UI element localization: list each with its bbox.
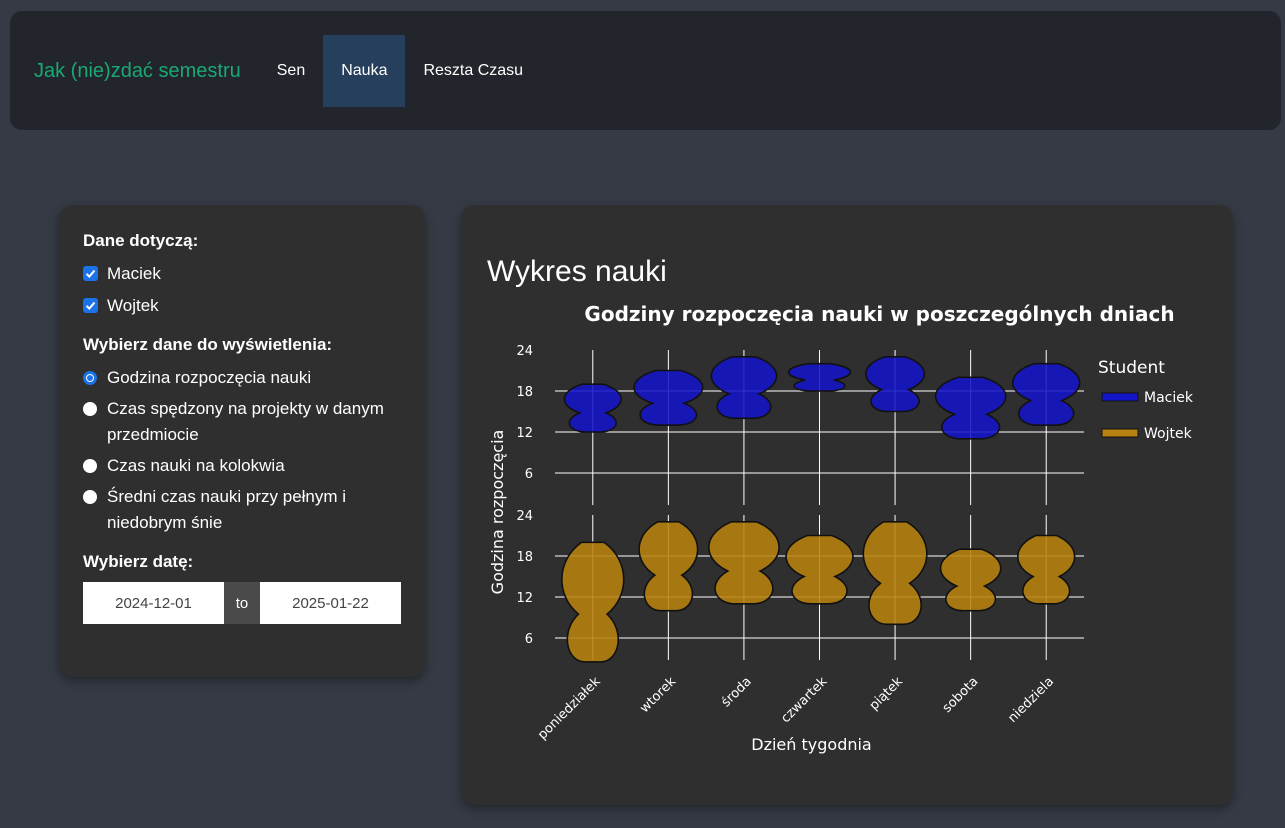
filter-panel: Dane dotyczą: Maciek Wojtek Wybierz dane… <box>59 205 425 677</box>
x-tick-label: środa <box>719 674 755 710</box>
violin-wojtek-4 <box>862 521 928 626</box>
violin-wojtek-6 <box>1017 534 1076 605</box>
end-date-input[interactable]: 2025-01-22 <box>260 582 401 624</box>
y-tick-label: 12 <box>516 426 533 441</box>
nav-link-sen[interactable]: Sen <box>259 35 323 107</box>
violin-maciek-2 <box>710 356 778 420</box>
x-axis-title: Dzień tygodnia <box>751 735 871 754</box>
radio-option-projects[interactable]: Czas spędzony na projekty w danym przedm… <box>83 396 401 448</box>
y-tick-label: 6 <box>525 632 533 647</box>
checkbox-label: Maciek <box>107 264 161 283</box>
legend-swatch-maciek <box>1101 392 1139 402</box>
violin-wojtek-1 <box>638 521 699 612</box>
x-tick-label: niedziela <box>1005 674 1057 726</box>
x-tick-label: poniedziałek <box>535 674 604 743</box>
legend-label-maciek: Maciek <box>1144 390 1194 406</box>
violin-maciek-0 <box>563 383 622 433</box>
radio-option-start-hour[interactable]: Godzina rozpoczęcia nauki <box>83 365 401 391</box>
violin-maciek-6 <box>1012 362 1081 426</box>
legend-label-wojtek: Wojtek <box>1144 426 1193 442</box>
checkbox-wojtek[interactable]: Wojtek <box>83 293 401 319</box>
checkbox-checked-icon[interactable] <box>83 298 98 313</box>
date-separator: to <box>224 582 260 624</box>
radio-label: Czas spędzony na projekty w danym przedm… <box>107 399 384 444</box>
students-title: Dane dotyczą: <box>83 231 199 250</box>
y-tick-label: 24 <box>516 344 533 359</box>
violin-maciek-4 <box>865 356 926 413</box>
checkbox-label: Wojtek <box>107 296 159 315</box>
y-axis-title: Godzina rozpoczęcia <box>488 430 507 595</box>
radio-icon[interactable] <box>83 490 97 504</box>
radio-option-sleep[interactable]: Średni czas nauki przy pełnym i niedobry… <box>83 484 401 536</box>
violin-wojtek-5 <box>939 548 1002 612</box>
checkbox-checked-icon[interactable] <box>83 266 98 281</box>
nav-link-reszta-czasu[interactable]: Reszta Czasu <box>405 35 541 107</box>
y-tick-label: 6 <box>525 467 533 482</box>
chart-title: Godziny rozpoczęcia nauki w poszczególny… <box>584 302 1174 326</box>
x-tick-label: czwartek <box>778 674 830 726</box>
checkbox-maciek[interactable]: Maciek <box>83 261 401 287</box>
radio-icon[interactable] <box>83 459 97 473</box>
radio-selected-icon[interactable] <box>83 371 97 385</box>
legend-title: Student <box>1098 358 1165 378</box>
violin-wojtek-3 <box>785 534 854 605</box>
violin-chart: Godziny rozpoczęcia nauki w poszczególny… <box>488 302 1194 754</box>
y-tick-label: 24 <box>516 509 533 524</box>
radio-label: Czas nauki na kolokwia <box>107 456 285 475</box>
y-tick-label: 18 <box>516 385 533 400</box>
radio-icon[interactable] <box>83 402 97 416</box>
start-date-input[interactable]: 2024-12-01 <box>83 582 224 624</box>
radio-label: Średni czas nauki przy pełnym i niedobry… <box>107 487 347 532</box>
violin-wojtek-2 <box>708 521 780 605</box>
radio-label: Godzina rozpoczęcia nauki <box>107 368 312 387</box>
nav-link-nauka[interactable]: Nauka <box>323 34 406 107</box>
violin-maciek-5 <box>934 376 1007 440</box>
violin-maciek-1 <box>633 369 704 426</box>
y-tick-label: 18 <box>516 550 533 565</box>
brand-title[interactable]: Jak (nie)zdać semestru <box>34 61 241 81</box>
data-title: Wybierz dane do wyświetlenia: <box>83 335 333 354</box>
x-tick-label: wtorek <box>637 674 679 716</box>
date-title: Wybierz datę: <box>83 552 194 571</box>
y-tick-label: 12 <box>516 591 533 606</box>
radio-option-colloquia[interactable]: Czas nauki na kolokwia <box>83 453 401 479</box>
violin-maciek-3 <box>787 362 852 392</box>
date-range-picker: 2024-12-01 to 2025-01-22 <box>83 582 401 624</box>
legend-swatch-wojtek <box>1101 428 1139 438</box>
x-tick-label: sobota <box>940 674 982 716</box>
x-tick-label: piątek <box>867 674 907 714</box>
chart-card: Wykres nauki Godziny rozpoczęcia nauki w… <box>461 205 1233 805</box>
violin-wojtek-0 <box>561 541 625 663</box>
navbar: Jak (nie)zdać semestru Sen Nauka Reszta … <box>10 11 1281 130</box>
